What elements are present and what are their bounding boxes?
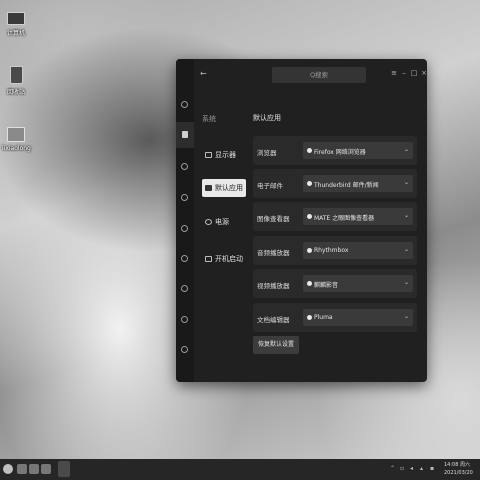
titlebar: ← Q搜索 ≡ – □ × [194,59,427,89]
nav-item-default-apps[interactable]: 默认应用 [202,179,246,197]
system-category-icon[interactable] [176,122,194,148]
desktop-icon-label: 计算机 [6,30,25,37]
volume-icon[interactable]: ◂ [410,465,413,472]
minimize-icon[interactable]: – [400,69,408,77]
row-label: 图像查看器 [257,215,290,223]
app-icon [307,181,312,186]
desktop-icon-label: lixiaolong [2,145,31,152]
folder-icon [7,127,25,142]
page-title: 默认应用 [253,114,281,122]
notification-icon[interactable]: ▪ [430,465,434,472]
file-manager-icon[interactable] [29,464,39,474]
chevron-down-icon: ⌄ [403,212,409,219]
close-icon[interactable]: × [420,69,427,77]
row-label: 文档编辑器 [257,316,290,324]
power-icon [205,219,212,225]
multitask-icon[interactable] [17,464,27,474]
clock-date: 2021/03/20 [444,470,473,476]
app-icon [307,148,312,153]
chevron-down-icon: ⌄ [403,146,409,153]
select-value: Rhythmbox [314,247,349,254]
nav-item-power[interactable]: 电源 [202,213,246,231]
chevron-down-icon: ⌄ [403,313,409,320]
select-value: 麒麟影音 [314,282,339,289]
chevron-down-icon: ⌄ [403,246,409,253]
row-label: 视频播放器 [257,282,290,290]
back-arrow-icon[interactable]: ← [200,69,207,78]
nav-item-label: 默认应用 [215,184,243,192]
monitor-icon [205,152,212,158]
default-app-row-browser: 浏览器 Firefox 网络浏览器 ⌄ [253,136,417,165]
browser-icon[interactable] [41,464,51,474]
account-icon[interactable] [181,255,188,262]
desktop-icon-label: 回收站 [6,89,25,96]
audio-player-select[interactable]: Rhythmbox ⌄ [303,242,413,259]
app-icon [307,315,312,320]
trash-icon [9,66,23,84]
menu-icon[interactable]: ≡ [390,69,398,77]
datetime-icon[interactable] [181,285,188,292]
nav-item-display[interactable]: 显示器 [202,146,246,164]
email-select[interactable]: Thunderbird 邮件/新闻 ⌄ [303,175,413,192]
category-label: 系统 [202,115,216,123]
chevron-down-icon: ⌄ [403,179,409,186]
maximize-icon[interactable]: □ [410,69,418,77]
app-icon [307,214,312,219]
default-app-row-video-player: 视频播放器 麒麟影音 ⌄ [253,269,417,298]
nav-item-label: 显示器 [215,151,236,159]
home-icon[interactable] [181,101,188,108]
nav-item-autostart[interactable]: 开机启动 [202,250,246,268]
keyboard-icon[interactable]: ▫ [400,465,404,472]
nav-item-label: 开机启动 [215,255,243,263]
clock[interactable]: 14:08 周六 2021/03/20 [444,461,473,477]
settings-window: ← Q搜索 ≡ – □ × 系统 显示器 默认应用 电源 开机启动 默认应用 浏… [176,59,427,382]
row-label: 浏览器 [257,149,277,157]
nav-item-label: 电源 [215,218,229,226]
notice-icon[interactable] [181,346,188,353]
desktop-icon-home-folder[interactable]: lixiaolong [2,127,31,152]
video-player-select[interactable]: 麒麟影音 ⌄ [303,275,413,292]
search-input[interactable]: Q搜索 [272,67,366,83]
network-status-icon[interactable]: ▴ [420,465,423,472]
category-rail [176,59,194,382]
app-icon [307,281,312,286]
reset-defaults-button[interactable]: 恢复默认设置 [253,336,300,354]
default-app-row-image-viewer: 图像查看器 MATE 之眼图像查看器 ⌄ [253,202,417,231]
tray-arrow-icon[interactable]: ⌃ [390,465,395,472]
select-value: Thunderbird 邮件/新闻 [314,182,379,189]
text-editor-select[interactable]: Pluma ⌄ [303,309,413,326]
grid-icon [205,185,212,191]
settings-task-button[interactable] [58,461,70,477]
select-value: Pluma [314,314,333,321]
row-label: 音频播放器 [257,249,290,257]
autostart-icon [205,256,212,262]
default-app-row-email: 电子邮件 Thunderbird 邮件/新闻 ⌄ [253,169,417,198]
network-icon[interactable] [181,194,188,201]
taskbar: ⌃ ▫ ◂ ▴ ▪ 14:08 周六 2021/03/20 [0,459,480,480]
devices-icon[interactable] [181,163,188,170]
browser-select[interactable]: Firefox 网络浏览器 ⌄ [303,142,413,159]
default-app-row-audio-player: 音频播放器 Rhythmbox ⌄ [253,236,417,265]
image-viewer-select[interactable]: MATE 之眼图像查看器 ⌄ [303,208,413,225]
select-value: Firefox 网络浏览器 [314,149,366,156]
start-menu-icon[interactable] [3,464,13,474]
personalize-icon[interactable] [181,225,188,232]
select-value: MATE 之眼图像查看器 [314,215,375,222]
desktop-icon-computer[interactable]: 计算机 [2,12,30,37]
clock-time: 14:08 周六 [444,462,470,468]
app-icon [307,248,312,253]
chevron-down-icon: ⌄ [403,279,409,286]
desktop-icon-trash[interactable]: 回收站 [2,66,30,96]
default-app-row-text-editor: 文档编辑器 Pluma ⌄ [253,303,417,332]
update-icon[interactable] [181,316,188,323]
row-label: 电子邮件 [257,182,283,190]
computer-icon [7,12,25,25]
